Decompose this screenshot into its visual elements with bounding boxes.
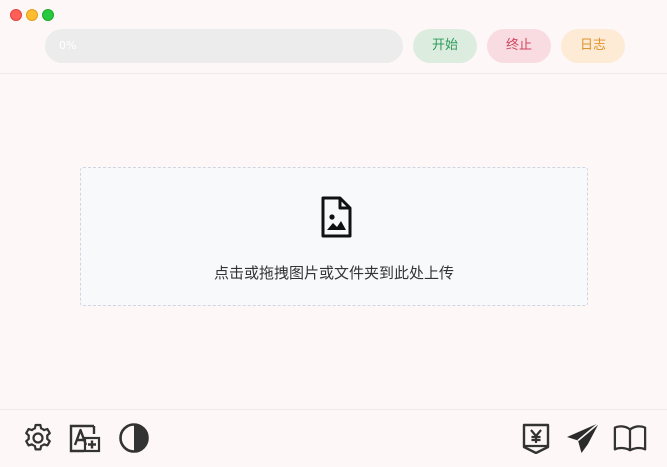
start-button[interactable]: 开始 [413,29,477,63]
progress-label: 0% [59,39,77,52]
window-close-button[interactable] [10,9,22,21]
upload-dropzone[interactable]: 点击或拖拽图片或文件夹到此处上传 [80,167,588,306]
send-button[interactable] [566,421,600,455]
donate-button[interactable] [519,421,553,455]
font-size-icon [69,424,101,453]
docs-button[interactable] [613,421,647,455]
header-divider [0,73,667,74]
theme-toggle-button[interactable] [117,421,151,455]
window-controls [10,9,54,21]
yuan-donate-icon [522,423,550,454]
log-button[interactable]: 日志 [561,29,625,63]
font-size-button[interactable] [68,421,102,455]
stop-button[interactable]: 终止 [487,29,551,63]
book-icon [613,425,647,452]
image-file-icon [318,195,354,239]
settings-button[interactable] [21,421,55,455]
footer-divider [0,409,667,410]
window-minimize-button[interactable] [26,9,38,21]
contrast-icon [119,423,149,453]
window-maximize-button[interactable] [42,9,54,21]
send-icon [567,422,600,453]
progress-bar: 0% [45,29,403,63]
upload-hint: 点击或拖拽图片或文件夹到此处上传 [213,264,454,282]
gear-icon [25,423,51,451]
